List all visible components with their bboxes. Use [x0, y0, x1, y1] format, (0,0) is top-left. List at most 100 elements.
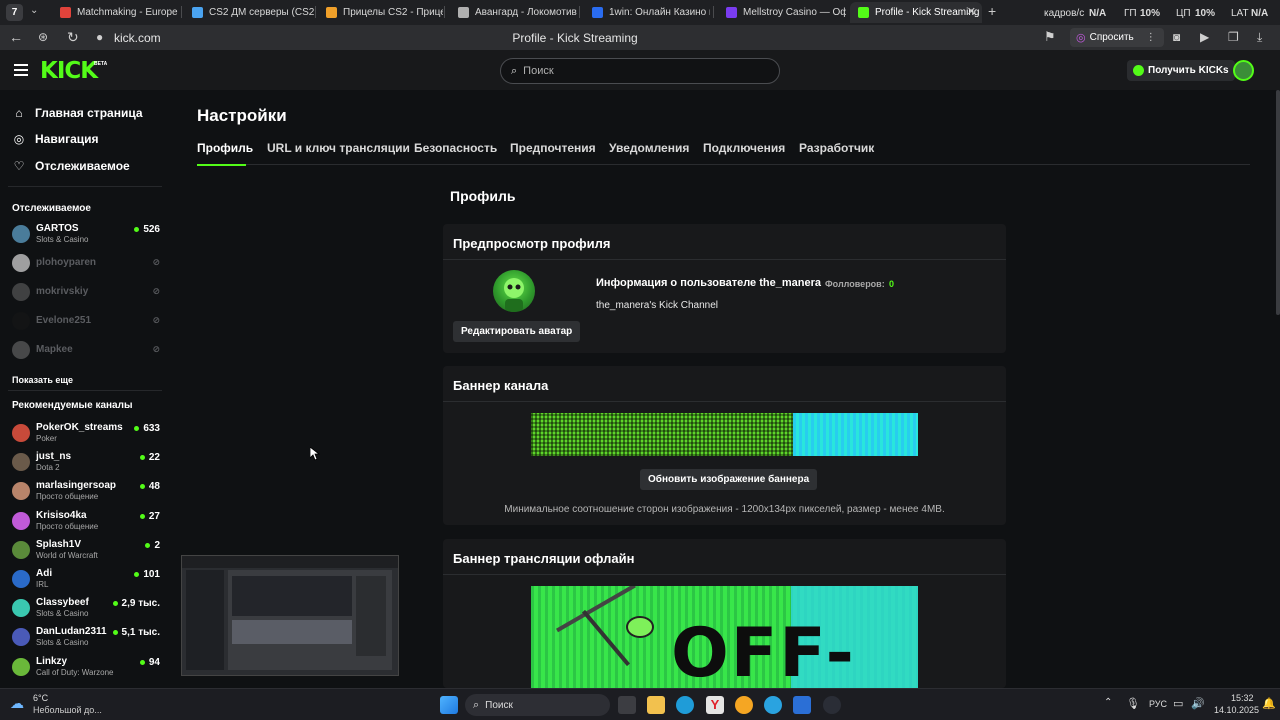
task-view-icon[interactable]: [618, 696, 636, 714]
recommended-channel[interactable]: marlasingersoap Просто общение 48: [12, 479, 160, 505]
steam-icon[interactable]: [823, 696, 841, 714]
recommended-channel[interactable]: Classybeef Slots & Casino 2,9 тыс.: [12, 596, 160, 622]
sidebar-item-home[interactable]: ⌂ Главная страница: [12, 106, 142, 120]
ask-ai-button[interactable]: ◎ Спросить ⋮: [1070, 28, 1164, 47]
channel-banner-card: Баннер канала Обновить изображение банне…: [443, 366, 1006, 525]
chrome-canary-icon[interactable]: [735, 696, 753, 714]
browser-tab-active[interactable]: Profile - Kick Streaming ✕: [850, 2, 982, 23]
windows-taskbar: ☁ 6°C Небольшой до... ⌕ Поиск Y ⌃ 🎙 РУС …: [0, 688, 1280, 720]
live-dot-icon: [139, 513, 145, 519]
input-language[interactable]: РУС: [1149, 699, 1167, 709]
tab-list-chevron-icon[interactable]: ⌄: [30, 5, 38, 16]
menu-hamburger-icon[interactable]: [14, 64, 28, 76]
windows-start-icon[interactable]: [440, 696, 458, 714]
update-banner-button[interactable]: Обновить изображение баннера: [640, 469, 818, 490]
site-header: KICK BETA ⌕ Поиск Получить KICKs: [0, 50, 1280, 90]
weather-temp[interactable]: 6°C: [33, 693, 48, 703]
offline-art-text: OFF-: [671, 614, 856, 688]
edit-avatar-button[interactable]: Редактировать аватар: [453, 321, 581, 342]
browser-tab-4[interactable]: Авангард - Локомотив | К: [450, 2, 578, 23]
taskbar-search-label: Поиск: [485, 699, 513, 711]
notifications-icon[interactable]: 🔔: [1262, 697, 1276, 710]
avatar: [12, 225, 30, 243]
following-channel-offline[interactable]: mokrivskiy ⊘: [12, 280, 160, 306]
viewer-count: 48: [139, 481, 160, 493]
microphone-icon[interactable]: 🎙: [1126, 697, 1140, 710]
viewer-count-value: 2,9 тыс.: [121, 598, 160, 610]
viewer-count-value: 633: [143, 423, 160, 434]
search-icon: ⌕: [511, 64, 518, 77]
avatar: [12, 511, 30, 530]
compass-icon: ◎: [13, 132, 25, 146]
recommended-channel[interactable]: Krisiso4ka Просто общение 27: [12, 509, 160, 535]
tray-chevron-icon[interactable]: ⌃: [1104, 697, 1112, 708]
following-channel-gartos[interactable]: GARTOS Slots & Casino 526: [12, 222, 160, 248]
taskbar-search-input[interactable]: ⌕ Поиск: [465, 694, 610, 716]
yandex-browser-icon[interactable]: Y: [706, 696, 724, 714]
viewer-count: 2,9 тыс.: [112, 598, 160, 610]
store-icon[interactable]: [793, 696, 811, 714]
tab-notifications[interactable]: Уведомления: [609, 141, 689, 155]
recommended-channel[interactable]: DanLudan2311 Slots & Casino 5,1 тыс.: [12, 625, 160, 651]
following-channel-offline[interactable]: Mapkee ⊘: [12, 338, 160, 364]
browser-tab-1[interactable]: Matchmaking - Europe 5v: [52, 2, 180, 23]
channel-name: marlasingersoap: [36, 480, 117, 492]
tab-security[interactable]: Безопасность: [414, 141, 497, 155]
browser-tab-3[interactable]: Прицелы CS2 - Прицелы: [318, 2, 443, 23]
channel-category: Просто общение: [36, 521, 99, 531]
network-icon[interactable]: ▭: [1173, 697, 1183, 710]
tab-preferences[interactable]: Предпочтения: [510, 141, 596, 155]
recommended-channel[interactable]: Linkzy Call of Duty: Warzone 94: [12, 655, 160, 681]
following-channel-offline[interactable]: Evelone251 ⊘: [12, 309, 160, 335]
sidebar-item-following[interactable]: ♡ Отслеживаемое: [12, 159, 130, 173]
collections-icon[interactable]: ❐: [1228, 29, 1239, 45]
recommended-channel[interactable]: PokerOK_streams Poker 633: [12, 421, 160, 447]
tab-profile[interactable]: Профиль: [197, 141, 253, 155]
close-tab-icon[interactable]: ✕: [967, 5, 976, 18]
recommended-channel[interactable]: just_ns Dota 2 22: [12, 450, 160, 476]
search-input[interactable]: ⌕ Поиск: [500, 58, 780, 84]
tab-developer[interactable]: Разработчик: [799, 141, 874, 155]
tab-connections[interactable]: Подключения: [703, 141, 785, 155]
edge-browser-icon[interactable]: [676, 696, 694, 714]
media-play-icon[interactable]: ▶: [1200, 29, 1209, 45]
bookmark-icon[interactable]: ⚑: [1044, 29, 1056, 45]
viewer-count-value: 5,1 тыс.: [121, 627, 160, 639]
browser-app-icon[interactable]: 7: [6, 4, 23, 21]
extension-icon[interactable]: ◙: [1173, 29, 1180, 45]
browser-tab-label: Profile - Kick Streaming: [875, 7, 980, 18]
live-dot-icon: [134, 227, 140, 232]
weather-desc[interactable]: Небольшой до...: [33, 705, 102, 715]
recommended-channel[interactable]: Adi IRL 101: [12, 567, 160, 593]
kick-logo[interactable]: KICK: [40, 58, 98, 84]
viewer-count: 27: [139, 511, 160, 522]
viewer-count: 94: [139, 657, 160, 668]
volume-icon[interactable]: 🔊: [1191, 697, 1205, 710]
recommended-channel[interactable]: Splash1V World of Warcraft 2: [12, 538, 160, 564]
browser-tab-2[interactable]: CS2 ДМ серверы (CS2) -: [184, 2, 314, 23]
picture-in-picture-window[interactable]: [181, 555, 399, 676]
download-icon[interactable]: ⤓: [1257, 29, 1262, 45]
following-channel-offline[interactable]: plohoyparen ⊘: [12, 251, 160, 277]
channel-name: GARTOS: [36, 223, 79, 234]
new-tab-plus-icon[interactable]: +: [988, 4, 996, 18]
telegram-icon[interactable]: [764, 696, 782, 714]
live-dot-icon: [112, 601, 118, 607]
channel-category: Slots & Casino: [36, 638, 89, 648]
user-avatar[interactable]: [1233, 60, 1254, 81]
banner-image: [531, 413, 918, 456]
live-dot-icon: [139, 484, 145, 490]
weather-icon[interactable]: ☁: [10, 695, 24, 712]
clock-date[interactable]: 14.10.2025: [1214, 705, 1259, 715]
page-scrollbar[interactable]: [1276, 90, 1280, 315]
file-explorer-icon[interactable]: [647, 696, 665, 714]
clock-time[interactable]: 15:32: [1231, 693, 1254, 703]
viewer-count-value: 48: [148, 481, 160, 493]
sidebar-item-browse[interactable]: ◎ Навигация: [12, 132, 99, 146]
profile-avatar: [493, 270, 535, 312]
browser-tab-6[interactable]: Mellstroy Casino — Офиц: [718, 2, 846, 23]
show-more-link[interactable]: Показать еще: [12, 375, 73, 385]
tab-stream-url-key[interactable]: URL и ключ трансляции: [267, 141, 410, 155]
browser-tab-5[interactable]: 1win: Онлайн Казино и С: [584, 2, 710, 23]
get-kicks-button[interactable]: Получить KICKs: [1127, 60, 1235, 81]
